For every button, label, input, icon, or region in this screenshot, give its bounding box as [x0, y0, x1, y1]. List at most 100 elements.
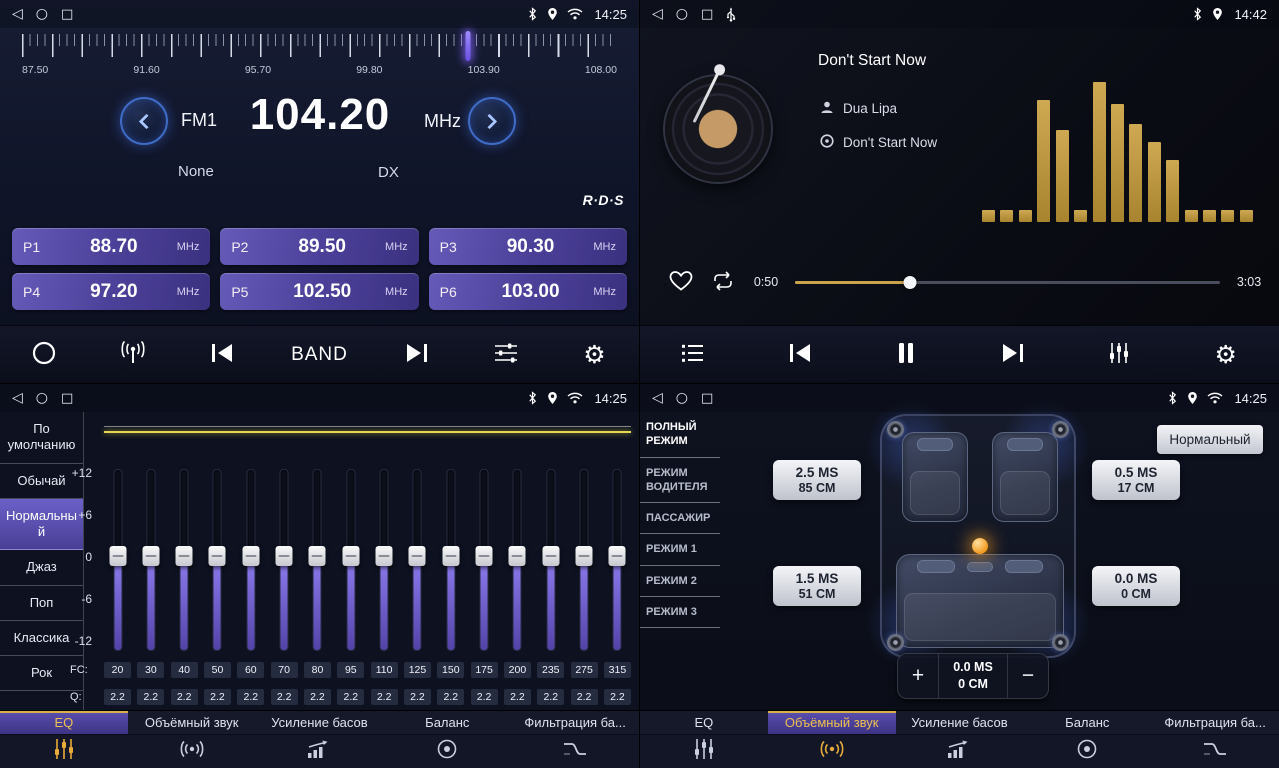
rear-left-delay[interactable]: 1.5 MS51 CM	[773, 566, 861, 606]
progress-slider[interactable]	[795, 275, 1220, 290]
preset-p1[interactable]: P188.70MHz	[12, 228, 210, 265]
mode-driver[interactable]: РЕЖИМ ВОДИТЕЛЯ	[640, 458, 720, 504]
tab-balance[interactable]: Баланс	[383, 711, 511, 734]
tab-balance[interactable]: Баланс	[1023, 711, 1151, 734]
slider-handle[interactable]	[242, 546, 259, 566]
eq-band-slider[interactable]	[204, 470, 231, 650]
tune-sliders-button[interactable]	[486, 335, 526, 375]
tab-filter[interactable]: Фильтрация ба...	[1151, 711, 1279, 734]
eq-band-slider[interactable]	[537, 470, 564, 650]
rear-left-speaker-icon[interactable]	[887, 634, 904, 651]
eq-band-slider[interactable]	[104, 470, 131, 650]
settings-button[interactable]: ⚙	[574, 335, 614, 375]
tab-eq[interactable]: EQ	[0, 711, 128, 734]
dial-pointer[interactable]	[466, 31, 471, 61]
mode-passenger[interactable]: ПАССАЖИР	[640, 503, 720, 534]
back-icon[interactable]: ◁	[652, 7, 663, 21]
tab-icon-balance[interactable]	[1023, 735, 1151, 768]
tab-icon-bass[interactable]	[896, 735, 1024, 768]
listening-position-dot[interactable]	[972, 538, 988, 554]
eq-band-slider[interactable]	[604, 470, 631, 650]
band-button[interactable]: BAND	[291, 335, 348, 375]
home-icon[interactable]: ○	[676, 391, 688, 405]
back-icon[interactable]: ◁	[12, 7, 23, 21]
next-station-button[interactable]	[397, 335, 437, 375]
slider-handle[interactable]	[376, 546, 393, 566]
preset-p4[interactable]: P497.20MHz	[12, 273, 210, 310]
preset-p5[interactable]: P5102.50MHz	[220, 273, 418, 310]
eq-band-slider[interactable]	[337, 470, 364, 650]
eq-band-slider[interactable]	[171, 470, 198, 650]
pause-button[interactable]	[886, 335, 926, 375]
slider-handle[interactable]	[309, 546, 326, 566]
front-left-delay[interactable]: 2.5 MS85 CM	[773, 460, 861, 500]
slider-handle[interactable]	[176, 546, 193, 566]
eq-band-slider[interactable]	[404, 470, 431, 650]
eq-preset-normal[interactable]: Нормальный	[0, 499, 83, 551]
progress-thumb[interactable]	[903, 276, 916, 289]
home-icon[interactable]: ○	[676, 7, 688, 21]
playlist-button[interactable]	[673, 335, 713, 375]
preset-p2[interactable]: P289.50MHz	[220, 228, 418, 265]
recents-icon[interactable]: □	[61, 392, 73, 405]
eq-band-slider[interactable]	[471, 470, 498, 650]
slider-handle[interactable]	[442, 546, 459, 566]
next-track-button[interactable]	[993, 335, 1033, 375]
repeat-button[interactable]	[709, 270, 737, 295]
tab-icon-balance[interactable]	[383, 735, 511, 768]
home-icon[interactable]: ○	[36, 7, 48, 21]
recents-icon[interactable]: □	[701, 8, 713, 21]
frequency-dial[interactable]: 87.50 91.60 95.70 99.80 103.90 108.00	[22, 31, 617, 79]
eq-band-slider[interactable]	[504, 470, 531, 650]
eq-band-slider[interactable]	[304, 470, 331, 650]
slider-handle[interactable]	[476, 546, 493, 566]
slider-handle[interactable]	[509, 546, 526, 566]
front-left-speaker-icon[interactable]	[887, 421, 904, 438]
prev-track-button[interactable]	[780, 335, 820, 375]
tab-icon-surround[interactable]	[128, 735, 256, 768]
tab-eq[interactable]: EQ	[640, 711, 768, 734]
settings-button[interactable]: ⚙	[1206, 335, 1246, 375]
eq-band-slider[interactable]	[271, 470, 298, 650]
eq-preset-shortcut-button[interactable]: Нормальный	[1157, 425, 1263, 454]
eq-preset-default[interactable]: По умолчанию	[0, 412, 83, 464]
recents-icon[interactable]: □	[61, 8, 73, 21]
eq-band-slider[interactable]	[137, 470, 164, 650]
front-right-delay[interactable]: 0.5 MS17 CM	[1092, 460, 1180, 500]
tune-up-button[interactable]	[468, 97, 516, 145]
eq-band-slider[interactable]	[371, 470, 398, 650]
tab-surround[interactable]: Объёмный звук	[768, 711, 896, 734]
slider-handle[interactable]	[276, 546, 293, 566]
tab-icon-filter[interactable]	[511, 735, 639, 768]
eq-band-slider[interactable]	[437, 470, 464, 650]
tab-icon-eq[interactable]	[0, 735, 128, 768]
tab-filter[interactable]: Фильтрация ба...	[511, 711, 639, 734]
slider-handle[interactable]	[109, 546, 126, 566]
mode-2[interactable]: РЕЖИМ 2	[640, 566, 720, 597]
delay-decrease-button[interactable]: −	[1008, 654, 1048, 698]
tab-surround[interactable]: Объёмный звук	[128, 711, 256, 734]
tab-bass-boost[interactable]: Усиление басов	[256, 711, 384, 734]
slider-handle[interactable]	[209, 546, 226, 566]
eq-band-slider[interactable]	[237, 470, 264, 650]
back-icon[interactable]: ◁	[12, 391, 23, 405]
slider-handle[interactable]	[142, 546, 159, 566]
eq-band-slider[interactable]	[571, 470, 598, 650]
favorite-button[interactable]	[668, 269, 694, 296]
preset-p3[interactable]: P390.30MHz	[429, 228, 627, 265]
rear-right-speaker-icon[interactable]	[1052, 634, 1069, 651]
slider-handle[interactable]	[609, 546, 626, 566]
mixer-button[interactable]	[1099, 335, 1139, 375]
mode-3[interactable]: РЕЖИМ 3	[640, 597, 720, 628]
mode-full[interactable]: ПОЛНЫЙ РЕЖИМ	[640, 412, 720, 458]
mode-1[interactable]: РЕЖИМ 1	[640, 534, 720, 565]
tab-icon-filter[interactable]	[1151, 735, 1279, 768]
back-icon[interactable]: ◁	[652, 391, 663, 405]
tab-icon-surround[interactable]	[768, 735, 896, 768]
delay-increase-button[interactable]: +	[898, 654, 938, 698]
front-right-speaker-icon[interactable]	[1052, 421, 1069, 438]
prev-station-button[interactable]	[202, 335, 242, 375]
slider-handle[interactable]	[576, 546, 593, 566]
home-icon[interactable]: ○	[36, 391, 48, 405]
scan-button[interactable]	[24, 335, 64, 375]
